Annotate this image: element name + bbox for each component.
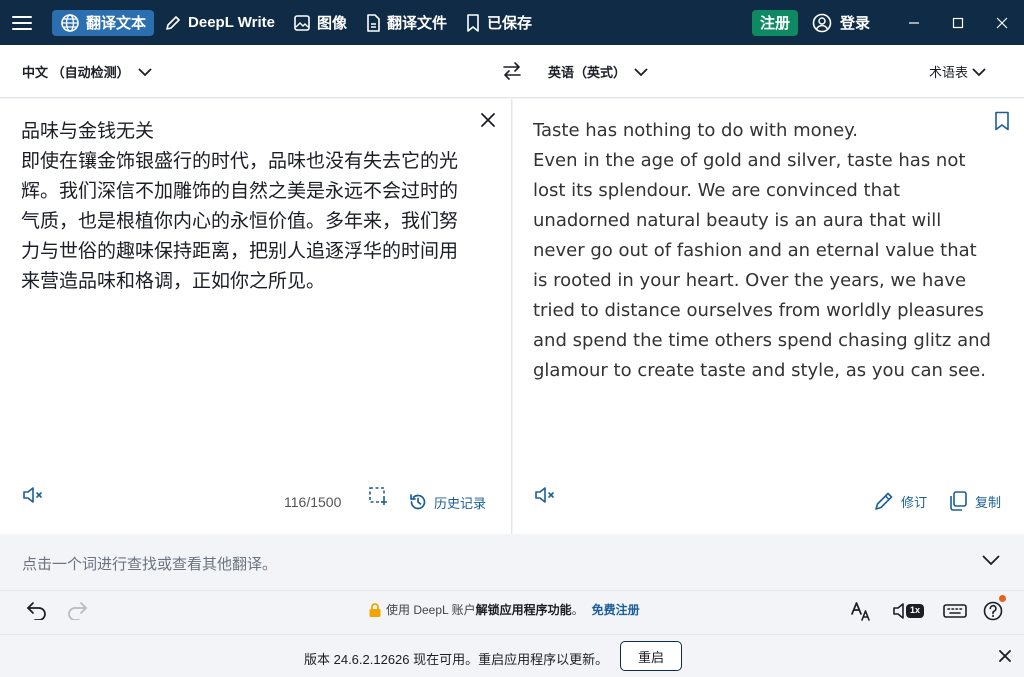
pencil-icon — [875, 492, 893, 510]
expand-dictionary-chevron-down-icon[interactable] — [982, 553, 1000, 571]
edit-label: 修订 — [901, 494, 928, 510]
signup-button[interactable]: 注册 — [751, 9, 798, 36]
copy-label: 复制 — [975, 494, 1002, 510]
globe-icon — [61, 13, 79, 32]
tab-images[interactable]: 图像 — [285, 10, 355, 36]
speech-speed-badge: 1x — [910, 605, 921, 615]
help-icon[interactable] — [982, 600, 1004, 622]
bookmark-icon — [467, 13, 479, 32]
notification-dot — [999, 595, 1006, 602]
minimize-icon[interactable] — [892, 0, 936, 45]
undo-icon[interactable] — [26, 600, 48, 625]
chevron-down-icon — [634, 67, 648, 76]
source-language-select[interactable]: 中文 （自动检测） — [22, 45, 152, 98]
tab-translate-files[interactable]: 翻译文件 — [357, 10, 455, 36]
tab-deepl-write[interactable]: DeepL Write — [156, 10, 283, 36]
target-language-select[interactable]: 英语（英式） — [548, 45, 648, 98]
tab-images-label: 图像 — [316, 15, 347, 32]
copy-icon — [950, 491, 967, 511]
save-translation-bookmark-icon[interactable] — [994, 111, 1010, 136]
history-button[interactable]: 历史记录 — [408, 492, 486, 512]
formality-font-icon[interactable] — [850, 600, 874, 622]
close-window-icon[interactable] — [980, 0, 1024, 45]
language-bar: 中文 （自动检测） 英语（英式） 术语表 — [0, 45, 1024, 98]
user-circle-icon — [812, 13, 832, 32]
redo-icon[interactable] — [66, 600, 88, 625]
target-language-label: 英语（英式） — [548, 65, 627, 80]
account-promo: 使用 DeepL 账户 解锁应用程序功能 。 免费注册 — [368, 601, 640, 618]
history-label: 历史记录 — [434, 495, 487, 511]
translation-output[interactable]: Taste has nothing to do with money. Even… — [533, 116, 993, 386]
history-icon — [410, 494, 426, 510]
login-label: 登录 — [839, 15, 870, 32]
footer-toolbar: 使用 DeepL 账户 解锁应用程序功能 。 免费注册 1x — [0, 592, 1024, 634]
tab-translate-text-label: 翻译文本 — [86, 15, 147, 32]
restart-button[interactable]: 重启 — [620, 641, 682, 671]
document-icon — [367, 13, 380, 32]
glossary-label: 术语表 — [928, 65, 968, 80]
select-area-icon[interactable] — [367, 485, 389, 512]
edit-button[interactable]: 修订 — [873, 490, 927, 512]
promo-strong: 解锁应用程序功能 — [475, 603, 572, 617]
target-speaker-muted-icon[interactable] — [534, 485, 558, 510]
promo-prefix: 使用 DeepL 账户 — [386, 603, 476, 617]
dictionary-bar[interactable]: 点击一个词进行查找或查看其他翻译。 — [0, 535, 1024, 591]
maximize-icon[interactable] — [936, 0, 980, 45]
update-notification-bar: 版本 24.6.2.12626 现在可用。重启应用程序以更新。 重启 — [0, 634, 1024, 677]
chevron-down-icon — [137, 67, 152, 76]
chevron-down-icon — [972, 67, 986, 76]
target-panel: Taste has nothing to do with money. Even… — [513, 99, 1024, 534]
copy-button[interactable]: 复制 — [947, 490, 1001, 512]
keyboard-shortcuts-icon[interactable] — [942, 600, 968, 622]
source-panel: 品味与金钱无关 即使在镶金饰银盛行的时代，品味也没有失去它的光辉。我们深信不加雕… — [0, 99, 512, 534]
source-speaker-muted-icon[interactable] — [22, 485, 46, 510]
hamburger-menu-icon[interactable] — [0, 0, 44, 45]
tab-translate-text[interactable]: 翻译文本 — [52, 9, 155, 36]
dictionary-hint: 点击一个词进行查找或查看其他翻译。 — [22, 556, 278, 573]
close-update-bar-icon[interactable] — [998, 649, 1012, 668]
source-text-input[interactable]: 品味与金钱无关 即使在镶金饰银盛行的时代，品味也没有失去它的光辉。我们深信不加雕… — [21, 116, 471, 296]
image-icon — [294, 14, 310, 31]
lock-icon — [369, 602, 381, 617]
pen-icon — [166, 15, 180, 30]
speech-speed-icon[interactable]: 1x — [892, 600, 926, 622]
update-message: 版本 24.6.2.12626 现在可用。重启应用程序以更新。 — [304, 652, 609, 667]
login-button[interactable]: 登录 — [812, 12, 870, 33]
source-language-label: 中文 （自动检测） — [22, 65, 130, 80]
swap-languages-icon[interactable] — [500, 59, 524, 83]
title-bar: 翻译文本 DeepL Write 图像 翻译文件 已保存 注册 登录 — [0, 0, 1024, 45]
free-signup-link[interactable]: 免费注册 — [592, 601, 640, 618]
character-count: 116/1500 — [284, 494, 342, 510]
tab-saved[interactable]: 已保存 — [457, 10, 540, 36]
tab-deepl-write-label: DeepL Write — [188, 14, 275, 31]
promo-suffix: 。 — [571, 603, 584, 617]
tab-translate-files-label: 翻译文件 — [387, 15, 448, 32]
tab-saved-label: 已保存 — [487, 15, 533, 32]
glossary-button[interactable]: 术语表 — [929, 45, 986, 98]
clear-text-icon[interactable] — [477, 109, 499, 131]
